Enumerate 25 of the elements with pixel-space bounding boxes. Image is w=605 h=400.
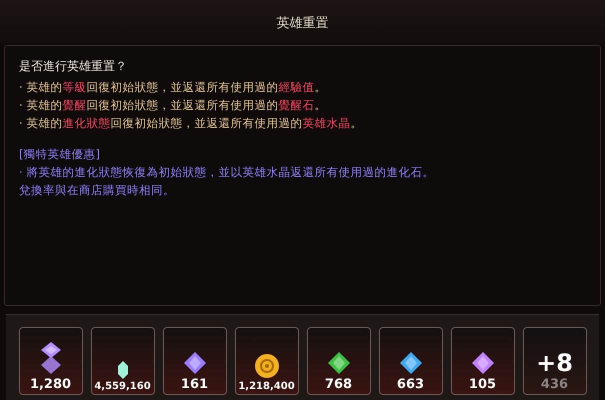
reward-slot[interactable]: 1,218,400: [234, 327, 298, 395]
reward-slot[interactable]: 1,280: [18, 327, 82, 395]
reward-slot[interactable]: 4,559,160: [90, 327, 154, 395]
reward-slot[interactable]: 105: [450, 327, 514, 395]
reward-slot[interactable]: 161: [162, 327, 226, 395]
item-count: 663: [396, 377, 424, 392]
item-count: 105: [468, 377, 496, 392]
reward-slot[interactable]: 663: [378, 327, 442, 395]
reset-line: · 英雄的覺醒回復初始狀態，並返還所有使用過的覺醒石。: [19, 97, 328, 114]
offer-line: · 將英雄的進化狀態恢復為初始狀態，並以英雄水晶返還所有使用過的進化石。: [19, 164, 436, 181]
offer-heading: [獨特英雄優惠]: [19, 146, 101, 163]
item-count: 1,218,400: [238, 381, 295, 392]
window-title: 英雄重置: [0, 0, 605, 45]
offer-line: 兌換率與在商店購買時相同。: [19, 182, 176, 199]
reward-slot[interactable]: +8 436: [522, 327, 586, 395]
more-count: +8: [536, 349, 573, 377]
reset-line: · 英雄的等級回復初始狀態，並返還所有使用過的經驗值。: [19, 79, 328, 96]
item-count: 161: [180, 377, 208, 392]
item-count: 768: [324, 377, 352, 392]
item-count: 1,280: [30, 377, 72, 392]
reward-slot[interactable]: 768: [306, 327, 370, 395]
reset-line: · 英雄的進化狀態回復初始狀態，並返還所有使用過的英雄水晶。: [19, 115, 364, 132]
item-count: 4,559,160: [94, 381, 151, 392]
item-count: 436: [540, 377, 568, 392]
question-text: 是否進行英雄重置？: [19, 58, 128, 75]
